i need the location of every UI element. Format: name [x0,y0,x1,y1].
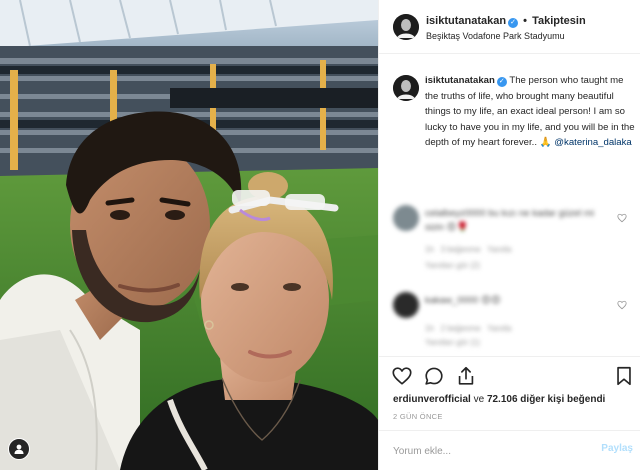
verified-badge-icon: ✓ [496,77,507,87]
location-link[interactable]: Beşiktaş Vodafone Park Stadyumu [426,31,565,41]
comment-likes[interactable]: 2 beğenme [441,324,481,333]
person-icon [14,444,24,454]
post-header: isiktutanatakan ✓ • Takiptesin Beşiktaş V… [379,0,640,54]
action-bar [379,356,640,396]
likes-suffix[interactable]: diğer kişi beğendi [518,394,605,405]
caption-username[interactable]: isiktutanatakan [425,75,495,86]
comment-time: 1h [425,245,434,254]
share-icon[interactable] [455,365,477,387]
post-photo[interactable] [0,0,378,470]
post-comment-button[interactable]: Paylaş [601,443,633,454]
follow-status-button[interactable]: Takiptesin [532,15,586,27]
likes-connector: ve [470,394,487,405]
comment-icon[interactable] [423,365,445,387]
comment-text: celalbeyz0000 bu kızı ne kadar güzel mi … [425,208,594,233]
comment-reply-button[interactable]: Yanıtla [487,245,511,254]
comment-heart-icon[interactable] [617,213,627,223]
likes-count[interactable]: 72.106 [487,394,518,405]
avatar[interactable] [393,14,419,40]
post-side-panel: isiktutanatakan ✓ • Takiptesin Beşiktaş V… [378,0,640,470]
caption-mention[interactable]: @katerina_dalaka [554,137,631,148]
view-replies-button[interactable]: Yanıtları gör (2) [425,261,480,270]
comment-input[interactable] [393,442,583,460]
tagged-users-button[interactable] [8,438,30,460]
header-username[interactable]: isiktutanatakan [426,15,506,27]
likes-first-user[interactable]: erdiunverofficial [393,394,471,405]
comment-heart-icon[interactable] [617,300,627,310]
comment-time: 1h [425,324,434,333]
likes-summary: erdiunverofficial ve 72.106 diğer kişi b… [393,394,605,405]
separator-dot: • [523,15,528,27]
comment-reply-button[interactable]: Yanıtla [487,324,511,333]
heart-icon[interactable] [391,365,413,387]
praying-hands-emoji: 🙏 [539,137,552,148]
comment-box: Paylaş [379,430,640,470]
bookmark-icon[interactable] [613,365,635,387]
comment-likes[interactable]: 3 beğenme [441,245,481,254]
comment-text: kakaw_0000 😍😍 [425,295,501,306]
view-replies-button[interactable]: Yanıtları gör (1) [425,338,480,347]
verified-badge-icon: ✓ [508,18,519,28]
post-timestamp[interactable]: 2 GÜN ÖNCE [393,412,443,421]
comment-avatar[interactable] [393,205,419,231]
comment-avatar[interactable] [393,292,419,318]
caption-avatar[interactable] [393,75,419,101]
